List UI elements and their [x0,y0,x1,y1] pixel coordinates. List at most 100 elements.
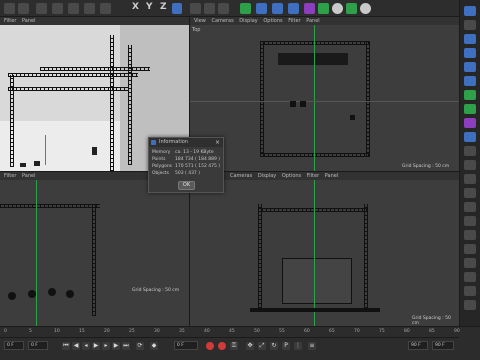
subdivision-icon[interactable] [272,3,283,14]
timeline-ruler[interactable]: 0 5 10 15 20 25 30 35 40 45 50 55 60 65 70 75 80 85 90 [0,327,460,337]
film-icon[interactable] [190,3,201,14]
menu-filter[interactable]: Filter [4,173,16,179]
cloner-icon[interactable] [464,104,476,114]
menu-options[interactable]: Options [282,173,301,179]
settings-icon[interactable] [464,6,476,16]
tag-icon[interactable] [464,132,476,142]
menu-cameras[interactable]: Cameras [211,18,233,24]
viewport-divider[interactable] [0,171,459,172]
render-icon[interactable] [464,300,476,310]
solo-icon[interactable] [464,286,476,296]
axis-x-toggle[interactable]: X [132,2,139,12]
knife-icon[interactable] [464,202,476,212]
light-icon[interactable] [360,3,371,14]
redo-icon[interactable] [18,3,29,14]
polygon-icon[interactable] [464,48,476,58]
truss-leg [128,45,132,165]
timeline-panel: 0 5 10 15 20 25 30 35 40 45 50 55 60 65 70 75 80 85 90 0 F… [0,326,480,360]
left-viewport[interactable]: Grid Spacing : 50 cm [0,180,189,326]
keyframe-selection-icon[interactable]: ⚿ [230,342,238,350]
menu-panel[interactable]: Panel [325,173,339,179]
render-view-icon[interactable] [204,3,215,14]
timeline-menu-icon[interactable]: ≡ [308,342,316,350]
rotation-key-icon[interactable]: ↻ [270,342,278,350]
menu-filter[interactable]: Filter [4,18,16,24]
axis-y-toggle[interactable]: Y [146,2,153,12]
menu-display[interactable]: Display [258,173,276,179]
menu-view[interactable]: View [194,18,206,24]
effector-icon[interactable] [464,118,476,128]
loop-icon[interactable]: ⟳ [136,342,144,350]
scale-icon[interactable] [68,3,79,14]
floor-icon[interactable] [318,3,329,14]
preview-end-field[interactable]: 90 F [408,341,428,350]
autokey-icon[interactable] [218,342,226,350]
select-icon[interactable] [36,3,47,14]
render-settings-icon[interactable] [218,3,229,14]
menu-display[interactable]: Display [239,18,257,24]
truss-beam [260,41,370,45]
menu-cameras[interactable]: Cameras [230,173,252,179]
workplane-icon[interactable] [464,258,476,268]
rotate-icon[interactable] [84,3,95,14]
start-frame-field[interactable]: 0 F [4,341,24,350]
menu-panel[interactable]: Panel [22,18,36,24]
truss-leg [260,41,264,157]
menu-filter[interactable]: Filter [288,18,300,24]
timeline-tick-label: 20 [104,329,110,334]
top-viewport[interactable]: Top Grid Spacing : 50 cm [190,25,459,171]
previous-key-icon[interactable]: ◀ [72,342,80,350]
cube-icon[interactable] [240,3,251,14]
lock-icon[interactable] [464,230,476,240]
array-icon[interactable] [288,3,299,14]
undo-icon[interactable] [4,3,15,14]
go-to-end-icon[interactable]: ⏭ [122,342,130,350]
sky-icon[interactable] [332,3,343,14]
parameter-key-icon[interactable]: P [282,342,290,350]
position-key-icon[interactable]: ✥ [246,342,254,350]
axis-line [45,135,46,165]
menu-options[interactable]: Options [263,18,282,24]
record-active-objects-icon[interactable] [206,342,214,350]
mograph-icon[interactable] [464,90,476,100]
front-viewport[interactable]: Grid Spacing : 50 cm [190,180,459,326]
play-icon[interactable]: ▶ [92,342,100,350]
menu-panel[interactable]: Panel [22,173,36,179]
camera-icon[interactable] [464,174,476,184]
layout-icon[interactable] [464,20,476,30]
truss-beam [260,153,370,157]
keyframe-mode-icon[interactable]: ◆ [150,342,158,350]
timeline-tick-label: 45 [229,329,235,334]
magnet-icon[interactable] [464,216,476,226]
camera-icon[interactable] [346,3,357,14]
info-icon [151,140,156,145]
paint-icon[interactable] [464,160,476,170]
menu-panel[interactable]: Panel [306,18,320,24]
axis-line [314,25,315,171]
next-frame-icon[interactable]: ▸ [102,342,110,350]
grid-icon[interactable] [464,244,476,254]
preview-start-field[interactable]: 0 F [28,341,48,350]
snap-icon[interactable] [100,3,111,14]
end-frame-field[interactable]: 90 F [432,341,454,350]
axis-z-toggle[interactable]: Z [160,2,167,12]
axis-icon[interactable] [464,272,476,282]
close-icon[interactable]: × [215,139,220,146]
previous-frame-icon[interactable]: ◂ [82,342,90,350]
current-frame-field[interactable]: 0 F [174,341,198,350]
go-to-start-icon[interactable]: ⏮ [62,342,70,350]
scale-key-icon[interactable]: ⤢ [258,342,266,350]
menu-filter[interactable]: Filter [307,173,319,179]
deformer-icon[interactable] [304,3,315,14]
text-icon[interactable] [464,62,476,72]
sculpt-icon[interactable] [464,188,476,198]
coordinate-system-icon[interactable] [172,3,182,14]
ok-button[interactable]: OK [178,181,195,190]
pen-icon[interactable] [256,3,267,14]
brush-icon[interactable] [464,146,476,156]
move-icon[interactable] [52,3,63,14]
point-level-icon[interactable]: ⋮ [294,342,302,350]
next-key-icon[interactable]: ▶ [112,342,120,350]
cube-icon[interactable] [464,34,476,44]
spline-icon[interactable] [464,76,476,86]
